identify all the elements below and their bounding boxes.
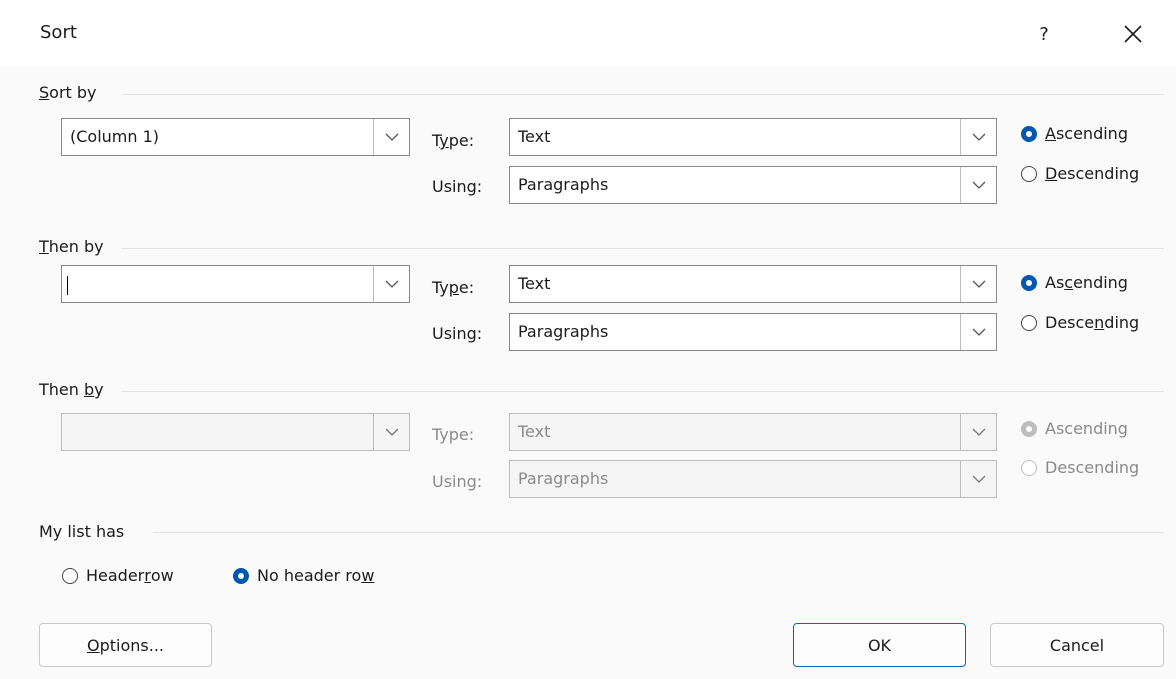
sort-by-descending-radio[interactable]: Descending — [1021, 164, 1139, 183]
radio-selected-icon — [233, 567, 249, 584]
sort-by-column-select[interactable]: (Column 1) — [61, 118, 410, 156]
then-by-2-divider — [121, 391, 1164, 392]
then-by-2-descending-radio: Descending — [1021, 458, 1139, 477]
then-by-2-label: Then by — [39, 380, 104, 399]
then-by-2-column-select — [61, 413, 410, 451]
chevron-down-icon — [960, 414, 996, 450]
dialog-title: Sort — [40, 22, 77, 43]
my-list-has-label: My list has — [39, 522, 125, 541]
cancel-button[interactable]: Cancel — [990, 623, 1164, 667]
radio-unselected-icon — [1021, 459, 1037, 476]
sort-by-type-select[interactable]: Text — [509, 118, 997, 156]
then-by-2-using-value: Paragraphs — [518, 469, 609, 488]
radio-unselected-icon — [1021, 165, 1037, 182]
then-by-2-using-select: Paragraphs — [509, 460, 997, 498]
chevron-down-icon[interactable] — [960, 167, 996, 203]
ok-button[interactable]: OK — [793, 623, 966, 667]
then-by-1-descending-radio[interactable]: Desce n ding — [1021, 313, 1139, 332]
then-by-1-type-label: Type: — [432, 278, 475, 297]
no-header-row-radio[interactable]: No header ro w — [233, 566, 374, 585]
close-button[interactable] — [1111, 12, 1155, 56]
title-bar: Sort ? — [0, 0, 1176, 66]
sort-by-type-label: Type: — [432, 131, 475, 150]
header-row-radio[interactable]: Header r ow — [62, 566, 174, 585]
radio-selected-icon — [1021, 125, 1037, 142]
then-by-1-using-select[interactable]: Paragraphs — [509, 313, 997, 351]
sort-by-using-value: Paragraphs — [518, 175, 609, 194]
chevron-down-icon[interactable] — [373, 119, 409, 155]
options-button[interactable]: Options... — [39, 623, 212, 667]
then-by-1-using-value: Paragraphs — [518, 322, 609, 341]
sort-dialog: Sort ? Sort by (Column 1) Type: Text Usi… — [0, 0, 1176, 679]
sort-by-type-value: Text — [518, 127, 551, 146]
then-by-2-ascending-radio: Ascending — [1021, 419, 1128, 438]
sort-by-using-label: Using: — [432, 177, 483, 196]
help-button[interactable]: ? — [1022, 12, 1066, 56]
radio-unselected-icon — [1021, 314, 1037, 331]
then-by-2-type-label: Type: — [432, 425, 475, 444]
my-list-has-divider — [153, 532, 1164, 533]
then-by-2-type-value: Text — [518, 422, 551, 441]
then-by-1-divider — [121, 248, 1164, 249]
sort-by-column-value: (Column 1) — [70, 127, 160, 146]
chevron-down-icon[interactable] — [960, 314, 996, 350]
chevron-down-icon — [373, 414, 409, 450]
sort-by-ascending-radio[interactable]: Ascending — [1021, 124, 1128, 143]
close-icon — [1124, 25, 1142, 43]
then-by-1-ascending-radio[interactable]: As c ending — [1021, 273, 1128, 292]
help-icon: ? — [1039, 23, 1049, 45]
radio-selected-icon — [1021, 420, 1037, 437]
radio-selected-icon — [1021, 274, 1037, 291]
then-by-1-type-value: Text — [518, 274, 551, 293]
sort-by-divider — [122, 94, 1164, 95]
then-by-2-using-label: Using: — [432, 472, 483, 491]
then-by-1-using-label: Using: — [432, 324, 483, 343]
sort-by-using-select[interactable]: Paragraphs — [509, 166, 997, 204]
chevron-down-icon[interactable] — [373, 266, 409, 302]
chevron-down-icon — [960, 461, 996, 497]
chevron-down-icon[interactable] — [960, 266, 996, 302]
then-by-1-column-select[interactable] — [61, 265, 410, 303]
then-by-1-label: Then by — [39, 237, 104, 256]
text-cursor — [67, 276, 68, 295]
then-by-1-type-select[interactable]: Text — [509, 265, 997, 303]
radio-unselected-icon — [62, 567, 78, 584]
chevron-down-icon[interactable] — [960, 119, 996, 155]
sort-by-label: Sort by — [39, 83, 97, 102]
then-by-2-type-select: Text — [509, 413, 997, 451]
